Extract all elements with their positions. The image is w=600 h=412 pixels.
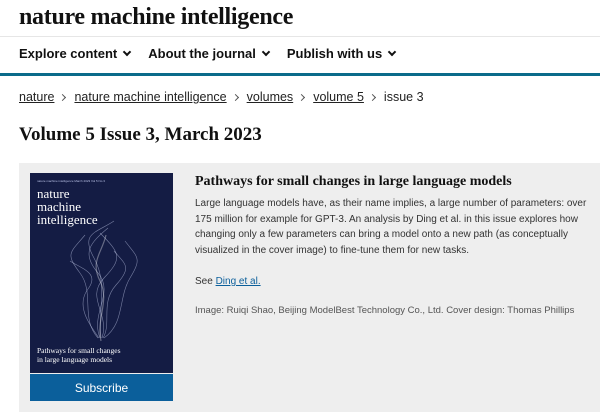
- chevron-right-icon: [231, 93, 239, 101]
- breadcrumb-volumes[interactable]: volumes: [247, 90, 294, 104]
- chevron-right-icon: [298, 93, 306, 101]
- chevron-right-icon: [59, 93, 67, 101]
- site-masthead[interactable]: nature machine intelligence: [19, 4, 293, 31]
- chevron-down-icon: [387, 47, 397, 57]
- page-title: Volume 5 Issue 3, March 2023: [19, 124, 262, 145]
- header-divider: [0, 36, 600, 37]
- cover-header-text: nature machine intelligence March 2023 V…: [37, 179, 105, 183]
- cover-masthead: nature machine intelligence: [37, 186, 98, 227]
- cover-story: Pathways for small changes in large lang…: [195, 174, 590, 316]
- breadcrumb-current: issue 3: [383, 90, 424, 104]
- cover-story-title: Pathways for small changes in large lang…: [195, 174, 512, 189]
- see-reference: See Ding et al.: [195, 276, 590, 287]
- chevron-down-icon: [123, 47, 132, 57]
- breadcrumb-volume[interactable]: volume 5: [313, 90, 364, 104]
- breadcrumb-nature[interactable]: nature: [19, 90, 54, 104]
- subscribe-button[interactable]: Subscribe: [30, 374, 173, 401]
- nav-publish-with-us[interactable]: Publish with us: [286, 46, 397, 61]
- chevron-down-icon: [261, 47, 271, 57]
- breadcrumb-journal[interactable]: nature machine intelligence: [74, 90, 226, 104]
- nav-about-journal-label: About the journal: [148, 46, 256, 61]
- nav-about-journal[interactable]: About the journal: [148, 46, 271, 61]
- nav-publish-label: Publish with us: [286, 46, 383, 61]
- main-nav: Explore content About the journal Publis…: [19, 46, 413, 61]
- cover-image[interactable]: nature machine intelligence March 2023 V…: [30, 173, 173, 373]
- image-credit: Image: Ruiqi Shao, Beijing ModelBest Tec…: [195, 305, 575, 316]
- issue-cover-panel: nature machine intelligence March 2023 V…: [19, 163, 600, 412]
- see-prefix: See: [195, 276, 216, 287]
- nav-explore-content[interactable]: Explore content: [19, 46, 132, 61]
- nav-explore-content-label: Explore content: [19, 46, 118, 61]
- cover-story-description: Large language models have, as their nam…: [195, 198, 587, 256]
- breadcrumb: nature nature machine intelligence volum…: [19, 90, 424, 104]
- ding-et-al-link[interactable]: Ding et al.: [216, 276, 261, 287]
- chevron-right-icon: [368, 93, 376, 101]
- accent-divider: [0, 73, 600, 76]
- cover-caption: Pathways for small changes in large lang…: [37, 346, 121, 364]
